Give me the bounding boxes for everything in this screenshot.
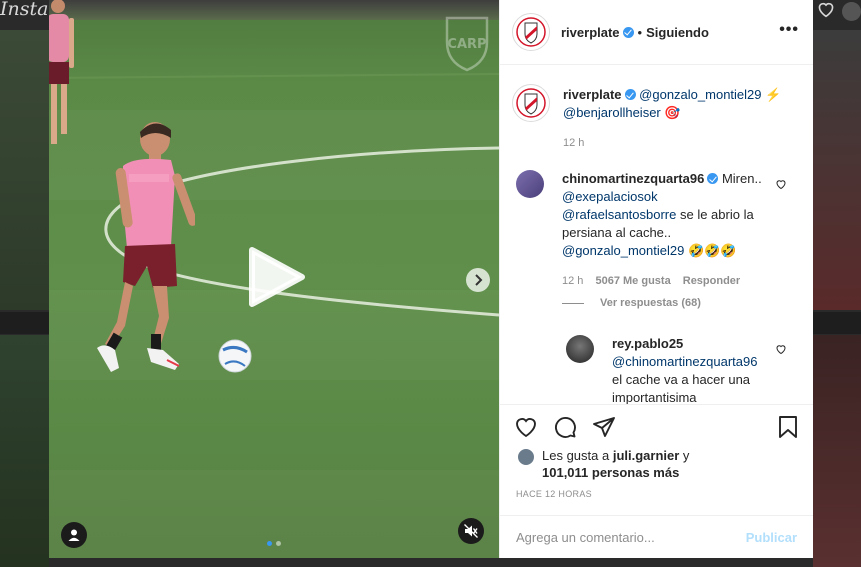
player-figure [97, 122, 195, 372]
mention-link[interactable]: @gonzalo_montiel29 [562, 243, 684, 258]
caption-username[interactable]: riverplate [563, 87, 622, 102]
liker-username[interactable]: juli.garnier [613, 448, 679, 463]
next-slide-button[interactable] [466, 268, 490, 292]
emoji: ⚡ [765, 87, 782, 102]
post-video[interactable]: CARP [49, 0, 499, 558]
comment-item: chinomartinezquarta96 Miren.. @exepalaci… [516, 170, 786, 290]
reply-button[interactable]: Responder [683, 275, 740, 287]
verified-icon [707, 173, 719, 184]
mention-link[interactable]: @benjarollheiser [563, 105, 661, 120]
heart-icon[interactable] [514, 415, 538, 439]
verified-icon [622, 26, 634, 38]
comment-username[interactable]: rey.pablo25 [612, 336, 683, 351]
mention-link[interactable]: @gonzalo_montiel29 [639, 87, 761, 102]
feed-thumbnail [813, 335, 861, 567]
mention-link[interactable]: @exepalaciosok [562, 189, 658, 204]
svg-text:CARP: CARP [447, 37, 486, 52]
follow-status-button[interactable]: Siguiendo [646, 25, 709, 40]
user-tag-button[interactable] [61, 522, 87, 548]
comment-likes[interactable]: 5067 Me gusta [595, 275, 670, 287]
ball-figure [218, 339, 252, 373]
mute-button[interactable] [458, 518, 484, 544]
avatar [842, 2, 861, 21]
river-crest-icon [516, 88, 546, 118]
avatar[interactable] [516, 447, 536, 467]
comment-icon[interactable] [553, 415, 577, 439]
likes-prefix: Les gusta a [542, 448, 613, 463]
publish-button[interactable]: Publicar [746, 530, 797, 545]
player-figure [49, 0, 74, 144]
more-icon: ••• [779, 21, 799, 38]
post-modal: CARP riverplate • Siguiendo ••• riverpla… [49, 0, 813, 558]
heart-icon[interactable] [775, 178, 787, 190]
post-actions: Les gusta a juli.garnier y 101,011 perso… [500, 404, 813, 558]
feed-thumbnail [813, 30, 861, 310]
comment-reply-item: rey.pablo25 @chinomartinezquarta96 el ca… [566, 335, 786, 404]
river-crest-icon: CARP [445, 16, 489, 72]
post-header: riverplate • Siguiendo ••• [500, 0, 813, 65]
heart-icon [818, 2, 834, 18]
comment-input[interactable] [516, 530, 746, 545]
more-options-button[interactable]: ••• [779, 21, 799, 38]
avatar[interactable] [566, 335, 594, 363]
post-username[interactable]: riverplate [561, 25, 620, 40]
likes-count[interactable]: 101,011 personas más [542, 465, 679, 480]
comment-composer: Publicar [500, 515, 813, 559]
comment-text: Miren.. [721, 171, 762, 186]
view-replies-label: Ver respuestas (68) [600, 297, 701, 309]
mention-link[interactable]: @rafaelsantosborre [562, 207, 676, 222]
emoji: 🤣🤣🤣 [687, 243, 737, 258]
heart-icon[interactable] [775, 343, 787, 355]
caption-age[interactable]: 12 h [563, 134, 793, 152]
carousel-indicator [267, 541, 281, 546]
avatar[interactable] [516, 170, 544, 198]
post-caption: riverplate @gonzalo_montiel29 ⚡ @benjaro… [512, 84, 793, 152]
view-replies-button[interactable]: Ver respuestas (68) [562, 297, 701, 309]
user-tag-icon [68, 529, 80, 541]
share-icon[interactable] [592, 415, 616, 439]
divider [562, 302, 584, 304]
comment-username[interactable]: chinomartinezquarta96 [562, 171, 704, 186]
comment-text: el cache va a hacer una importantisima [612, 372, 751, 404]
carousel-dot [267, 541, 272, 546]
likes-summary: Les gusta a juli.garnier y 101,011 perso… [516, 447, 689, 481]
comments-list[interactable]: riverplate @gonzalo_montiel29 ⚡ @benjaro… [500, 66, 813, 404]
likes-suffix: y [679, 448, 690, 463]
avatar[interactable] [512, 84, 550, 122]
separator: • [637, 24, 643, 40]
carousel-dot [276, 541, 281, 546]
action-bar [514, 415, 616, 439]
avatar[interactable] [512, 13, 550, 51]
verified-icon [624, 89, 636, 100]
post-timestamp[interactable]: HACE 12 HORAS [516, 489, 592, 499]
play-icon[interactable] [248, 246, 306, 308]
comment-age[interactable]: 12 h [562, 275, 583, 287]
emoji: 🎯 [664, 105, 681, 120]
mention-link[interactable]: @chinomartinezquarta96 [612, 354, 757, 369]
feed-thumbnail [0, 335, 49, 567]
bookmark-icon[interactable] [776, 415, 800, 439]
instagram-logo: Insta [0, 0, 49, 20]
post-side-panel: riverplate • Siguiendo ••• riverplate @g… [499, 0, 813, 558]
chevron-right-icon [475, 274, 483, 286]
mute-icon [464, 524, 478, 538]
comment-meta: 12 h 5067 Me gusta Responder [562, 272, 768, 290]
feed-thumbnail [0, 30, 49, 310]
river-crest-icon [516, 17, 546, 47]
